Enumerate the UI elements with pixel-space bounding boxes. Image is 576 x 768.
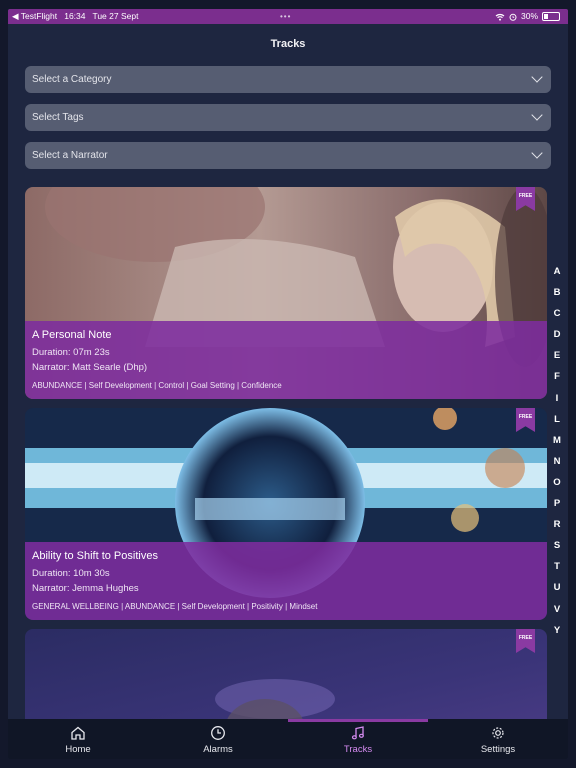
alphabet-index[interactable]: ABCDEFILMNOPRSTUVY: [549, 266, 565, 646]
narrator-select-label: Select a Narrator: [32, 150, 108, 161]
status-date: Tue 27 Sept: [92, 11, 139, 21]
alphabet-index-letter[interactable]: R: [549, 519, 565, 540]
battery-percent: 30%: [520, 11, 538, 21]
tab-bar: Home Alarms Tracks Settings: [8, 719, 568, 759]
alphabet-index-letter[interactable]: T: [549, 561, 565, 582]
tab-label: Home: [65, 744, 91, 755]
tab-label: Alarms: [203, 744, 233, 755]
page-title: Tracks: [270, 38, 306, 50]
alphabet-index-letter[interactable]: E: [549, 350, 565, 371]
track-narrator: Narrator: Matt Searle (Dhp): [32, 362, 148, 373]
music-note-icon: [351, 726, 364, 740]
status-left: ◀ TestFlight 16:34 Tue 27 Sept: [12, 9, 138, 24]
category-select-label: Select a Category: [32, 74, 112, 85]
track-info-panel: Ability to Shift to Positives Duration: …: [25, 542, 547, 620]
wifi-icon: [495, 13, 505, 21]
track-tags: ABUNDANCE | Self Development | Control |…: [32, 381, 282, 390]
tab-label: Settings: [480, 744, 516, 755]
alphabet-index-letter[interactable]: I: [549, 393, 565, 414]
alphabet-index-letter[interactable]: Y: [549, 625, 565, 646]
back-to-testflight-link[interactable]: ◀ TestFlight: [12, 11, 57, 21]
tab-alarms[interactable]: Alarms: [148, 719, 288, 759]
status-bar: ◀ TestFlight 16:34 Tue 27 Sept ••• 30%: [8, 9, 568, 24]
alarm-indicator-icon: [509, 13, 517, 21]
tab-home[interactable]: Home: [8, 719, 148, 759]
track-info-panel: A Personal Note Duration: 07m 23s Narrat…: [25, 321, 547, 399]
alphabet-index-letter[interactable]: F: [549, 371, 565, 392]
alphabet-index-letter[interactable]: S: [549, 540, 565, 561]
track-duration: Duration: 07m 23s: [32, 347, 110, 358]
tags-select-label: Select Tags: [32, 112, 84, 123]
multitask-dots-icon[interactable]: •••: [280, 9, 291, 24]
alphabet-index-letter[interactable]: D: [549, 329, 565, 350]
clock-icon: [211, 726, 225, 740]
gear-icon: [492, 727, 504, 739]
alphabet-index-letter[interactable]: B: [549, 287, 565, 308]
alphabet-index-letter[interactable]: O: [549, 477, 565, 498]
track-title: Ability to Shift to Positives: [32, 550, 158, 562]
alphabet-index-letter[interactable]: U: [549, 582, 565, 603]
track-tags: GENERAL WELLBEING | ABUNDANCE | Self Dev…: [32, 602, 318, 611]
tab-label: Tracks: [343, 744, 373, 755]
narrator-select[interactable]: Select a Narrator: [25, 142, 551, 169]
tab-tracks[interactable]: Tracks: [288, 719, 428, 759]
alphabet-index-letter[interactable]: L: [549, 414, 565, 435]
alphabet-index-letter[interactable]: C: [549, 308, 565, 329]
chevron-down-icon: [531, 109, 543, 121]
battery-icon: [542, 12, 560, 21]
chevron-down-icon: [531, 147, 543, 159]
category-select[interactable]: Select a Category: [25, 66, 551, 93]
home-icon: [71, 726, 85, 740]
track-card[interactable]: FREE A Personal Note Duration: 07m 23s N…: [25, 187, 547, 399]
chevron-down-icon: [531, 71, 543, 83]
alphabet-index-letter[interactable]: A: [549, 266, 565, 287]
alphabet-index-letter[interactable]: P: [549, 498, 565, 519]
status-time: 16:34: [64, 11, 86, 21]
status-right: 30%: [495, 9, 560, 24]
track-title: A Personal Note: [32, 329, 112, 341]
alphabet-index-letter[interactable]: M: [549, 435, 565, 456]
alphabet-index-letter[interactable]: V: [549, 604, 565, 625]
alphabet-index-letter[interactable]: N: [549, 456, 565, 477]
track-narrator: Narrator: Jemma Hughes: [32, 583, 139, 594]
app-window: ◀ TestFlight 16:34 Tue 27 Sept ••• 30% T…: [8, 9, 568, 759]
tab-settings[interactable]: Settings: [428, 719, 568, 759]
track-duration: Duration: 10m 30s: [32, 568, 110, 579]
track-card[interactable]: FREE Ability to Shift to Positives Durat…: [25, 408, 547, 620]
tags-select[interactable]: Select Tags: [25, 104, 551, 131]
